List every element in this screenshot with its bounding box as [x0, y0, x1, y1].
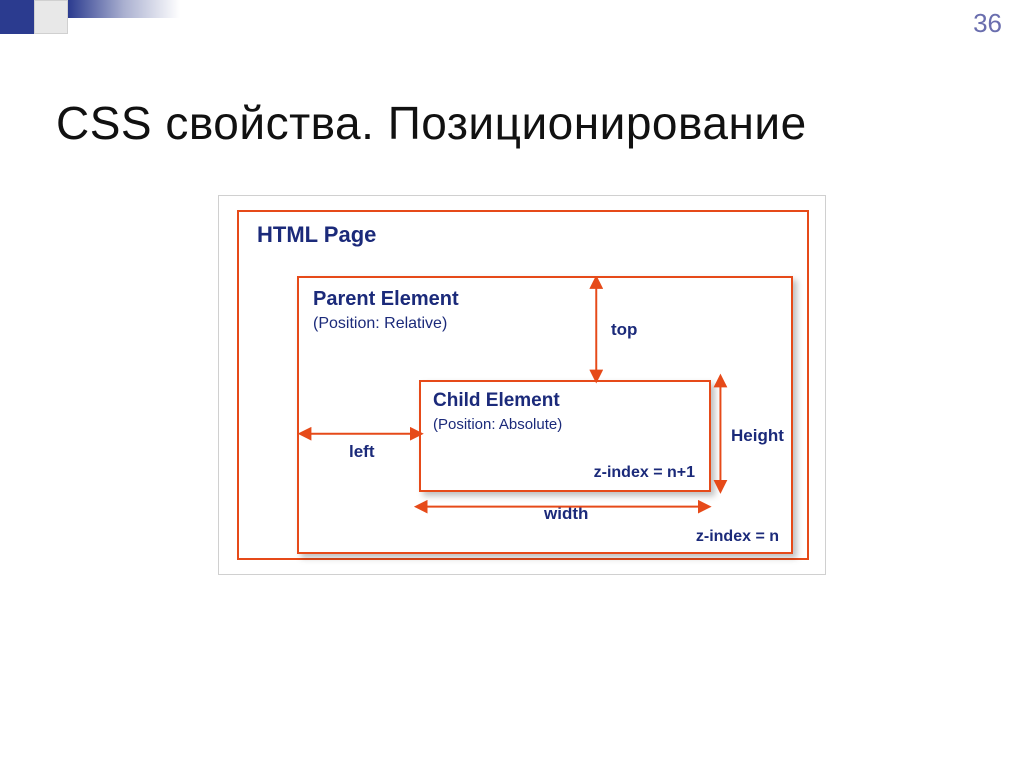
- decor-square-dark: [0, 0, 34, 34]
- slide-title: CSS свойства. Позиционирование: [56, 96, 807, 150]
- html-page-box: HTML Page Parent Element (Position: Rela…: [237, 210, 809, 560]
- decor-bar: [68, 0, 180, 18]
- dim-left: left: [349, 442, 375, 462]
- decor-square-light: [34, 0, 68, 34]
- parent-sub: (Position: Relative): [313, 315, 459, 333]
- child-box: Child Element (Position: Absolute) z-ind…: [419, 380, 711, 492]
- parent-zindex: z-index = n: [696, 528, 779, 546]
- slide-decor: [0, 0, 180, 34]
- child-label: Child Element (Position: Absolute): [433, 390, 562, 433]
- child-zindex: z-index = n+1: [594, 464, 695, 482]
- parent-label: Parent Element (Position: Relative): [313, 288, 459, 333]
- child-sub: (Position: Absolute): [433, 416, 562, 433]
- child-title: Child Element: [433, 390, 562, 412]
- parent-title: Parent Element: [313, 288, 459, 311]
- dim-width: width: [544, 504, 588, 524]
- diagram-frame: HTML Page Parent Element (Position: Rela…: [218, 195, 826, 575]
- parent-box: Parent Element (Position: Relative) Chil…: [297, 276, 793, 554]
- html-page-label: HTML Page: [257, 222, 376, 248]
- dim-top: top: [611, 320, 637, 340]
- dim-height: Height: [731, 426, 784, 446]
- slide-number: 36: [973, 8, 1002, 39]
